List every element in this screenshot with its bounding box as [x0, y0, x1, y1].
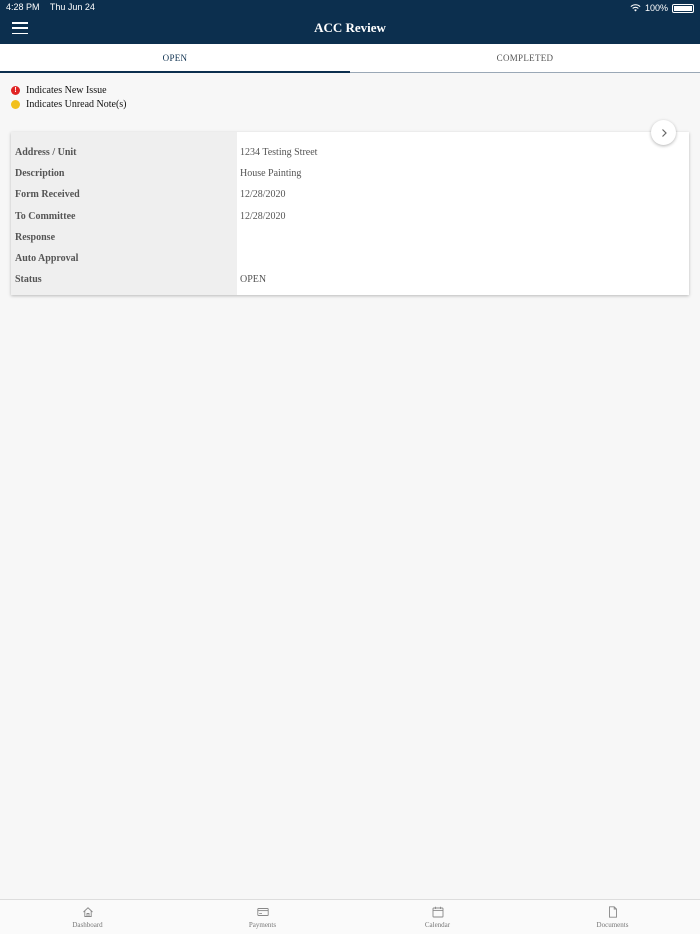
nav-documents-label: Documents: [596, 921, 629, 929]
field-labels: Address / Unit Description Form Received…: [11, 132, 237, 295]
nav-dashboard-label: Dashboard: [72, 921, 103, 929]
battery-icon: [672, 3, 694, 13]
status-bar: 4:28 PM Thu Jun 24 100%: [0, 0, 700, 14]
nav-payments-label: Payments: [248, 921, 277, 929]
document-icon: [608, 906, 617, 918]
field-label: Auto Approval: [15, 253, 79, 265]
field-value-status: OPEN: [240, 274, 267, 286]
field-value-address: 1234 Testing Street: [240, 147, 318, 159]
app-header: 4:28 PM Thu Jun 24 100% ACC Review: [0, 0, 700, 44]
field-label: To Committee: [15, 210, 76, 222]
legend: ! Indicates New Issue Indicates Unread N…: [11, 84, 127, 112]
field-value-to-committee: 12/28/2020: [240, 210, 286, 222]
legend-new-issue: ! Indicates New Issue: [11, 84, 127, 97]
status-time: 4:28 PM: [6, 2, 40, 12]
field-value-form-received: 12/28/2020: [240, 189, 286, 201]
nav-dashboard[interactable]: Dashboard: [0, 900, 175, 934]
legend-unread-notes-label: Indicates Unread Note(s): [26, 99, 127, 110]
nav-calendar-label: Calendar: [424, 921, 451, 929]
field-value-auto-approval: [237, 248, 689, 269]
open-detail-button[interactable]: [651, 120, 676, 145]
page-title: ACC Review: [314, 20, 386, 35]
wifi-icon: [630, 4, 641, 12]
legend-new-issue-label: Indicates New Issue: [26, 85, 107, 96]
field-value-response: [237, 227, 689, 248]
review-card[interactable]: Address / Unit Description Form Received…: [11, 132, 689, 295]
tab-bar: OPEN COMPLETED: [0, 44, 700, 73]
battery-percent: 100%: [644, 3, 668, 13]
status-date: Thu Jun 24: [49, 2, 95, 12]
chevron-right-icon: [661, 128, 667, 137]
nav-documents[interactable]: Documents: [525, 900, 700, 934]
nav-calendar[interactable]: Calendar: [350, 900, 525, 934]
calendar-icon: [432, 906, 443, 918]
field-label: Response: [15, 231, 56, 243]
payments-icon: [256, 908, 269, 916]
bottom-nav: Dashboard Payments Calendar Documents: [0, 899, 700, 934]
home-icon: [82, 907, 93, 917]
field-label: Form Received: [15, 189, 80, 201]
tab-open[interactable]: OPEN: [0, 44, 350, 73]
field-label: Description: [15, 168, 65, 180]
field-label: Address / Unit: [15, 147, 77, 159]
field-value-description: House Painting: [240, 168, 302, 180]
nav-payments[interactable]: Payments: [175, 900, 350, 934]
field-values: 1234 Testing Street House Painting 12/28…: [237, 132, 689, 295]
field-label: Status: [15, 274, 42, 286]
tab-completed[interactable]: COMPLETED: [350, 44, 700, 72]
new-issue-icon: !: [11, 86, 20, 95]
legend-unread-notes: Indicates Unread Note(s): [11, 98, 127, 111]
unread-note-icon: [11, 100, 20, 109]
